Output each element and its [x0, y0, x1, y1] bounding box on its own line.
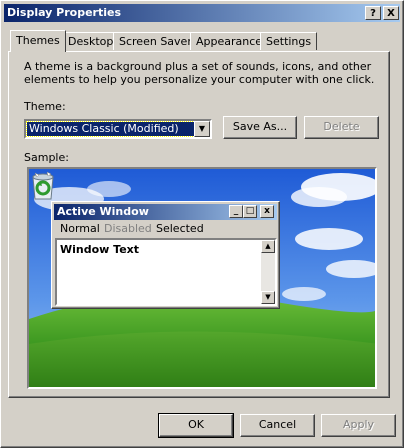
tab-settings[interactable]: Settings — [260, 32, 318, 50]
preview-window-title: Active Window — [57, 205, 149, 218]
tab-strip: Themes Desktop Screen Saver Appearance S… — [0, 30, 404, 52]
recycle-bin-icon — [32, 171, 54, 200]
preview-window-text: Window Text — [60, 243, 140, 256]
minimize-icon: _ — [229, 205, 243, 218]
delete-button[interactable]: Delete — [304, 116, 379, 139]
sample-label: Sample: — [24, 151, 69, 164]
close-button[interactable]: X — [383, 6, 399, 20]
tab-appearance[interactable]: Appearance — [190, 32, 269, 50]
cancel-button[interactable]: Cancel — [240, 414, 315, 437]
theme-dropdown-value: Windows Classic (Modified) — [26, 121, 195, 137]
preview-menu-selected: Selected — [156, 222, 204, 235]
theme-label: Theme: — [24, 100, 66, 113]
theme-sample-preview: Active Window _ □ x Normal Disabled Sele… — [27, 167, 377, 389]
scroll-down-icon: ▼ — [261, 291, 275, 304]
themes-description: A theme is a background plus a set of so… — [24, 60, 375, 86]
window-title: Display Properties — [7, 6, 122, 19]
help-button[interactable]: ? — [365, 6, 381, 20]
preview-title-bar: Active Window _ □ x — [54, 204, 277, 220]
tab-screen-saver[interactable]: Screen Saver — [113, 32, 198, 50]
preview-active-window: Active Window _ □ x Normal Disabled Sele… — [51, 201, 280, 309]
close-icon: x — [260, 205, 274, 218]
theme-dropdown[interactable]: Windows Classic (Modified) ▼ — [24, 119, 212, 139]
maximize-icon: □ — [243, 205, 257, 218]
title-bar[interactable]: Display Properties ? X — [4, 4, 400, 22]
preview-menu-disabled: Disabled — [104, 222, 152, 235]
save-as-button[interactable]: Save As... — [223, 116, 297, 139]
chevron-down-icon[interactable]: ▼ — [194, 121, 210, 137]
preview-menu-normal: Normal — [60, 222, 100, 235]
tab-desktop[interactable]: Desktop — [62, 32, 120, 50]
preview-window-text-area: Window Text ▲ ▼ — [55, 238, 277, 306]
preview-scrollbar: ▲ ▼ — [261, 240, 275, 304]
ok-button[interactable]: OK — [158, 413, 234, 438]
scroll-up-icon: ▲ — [261, 240, 275, 253]
apply-button[interactable]: Apply — [321, 414, 396, 437]
tab-themes[interactable]: Themes — [10, 30, 66, 52]
